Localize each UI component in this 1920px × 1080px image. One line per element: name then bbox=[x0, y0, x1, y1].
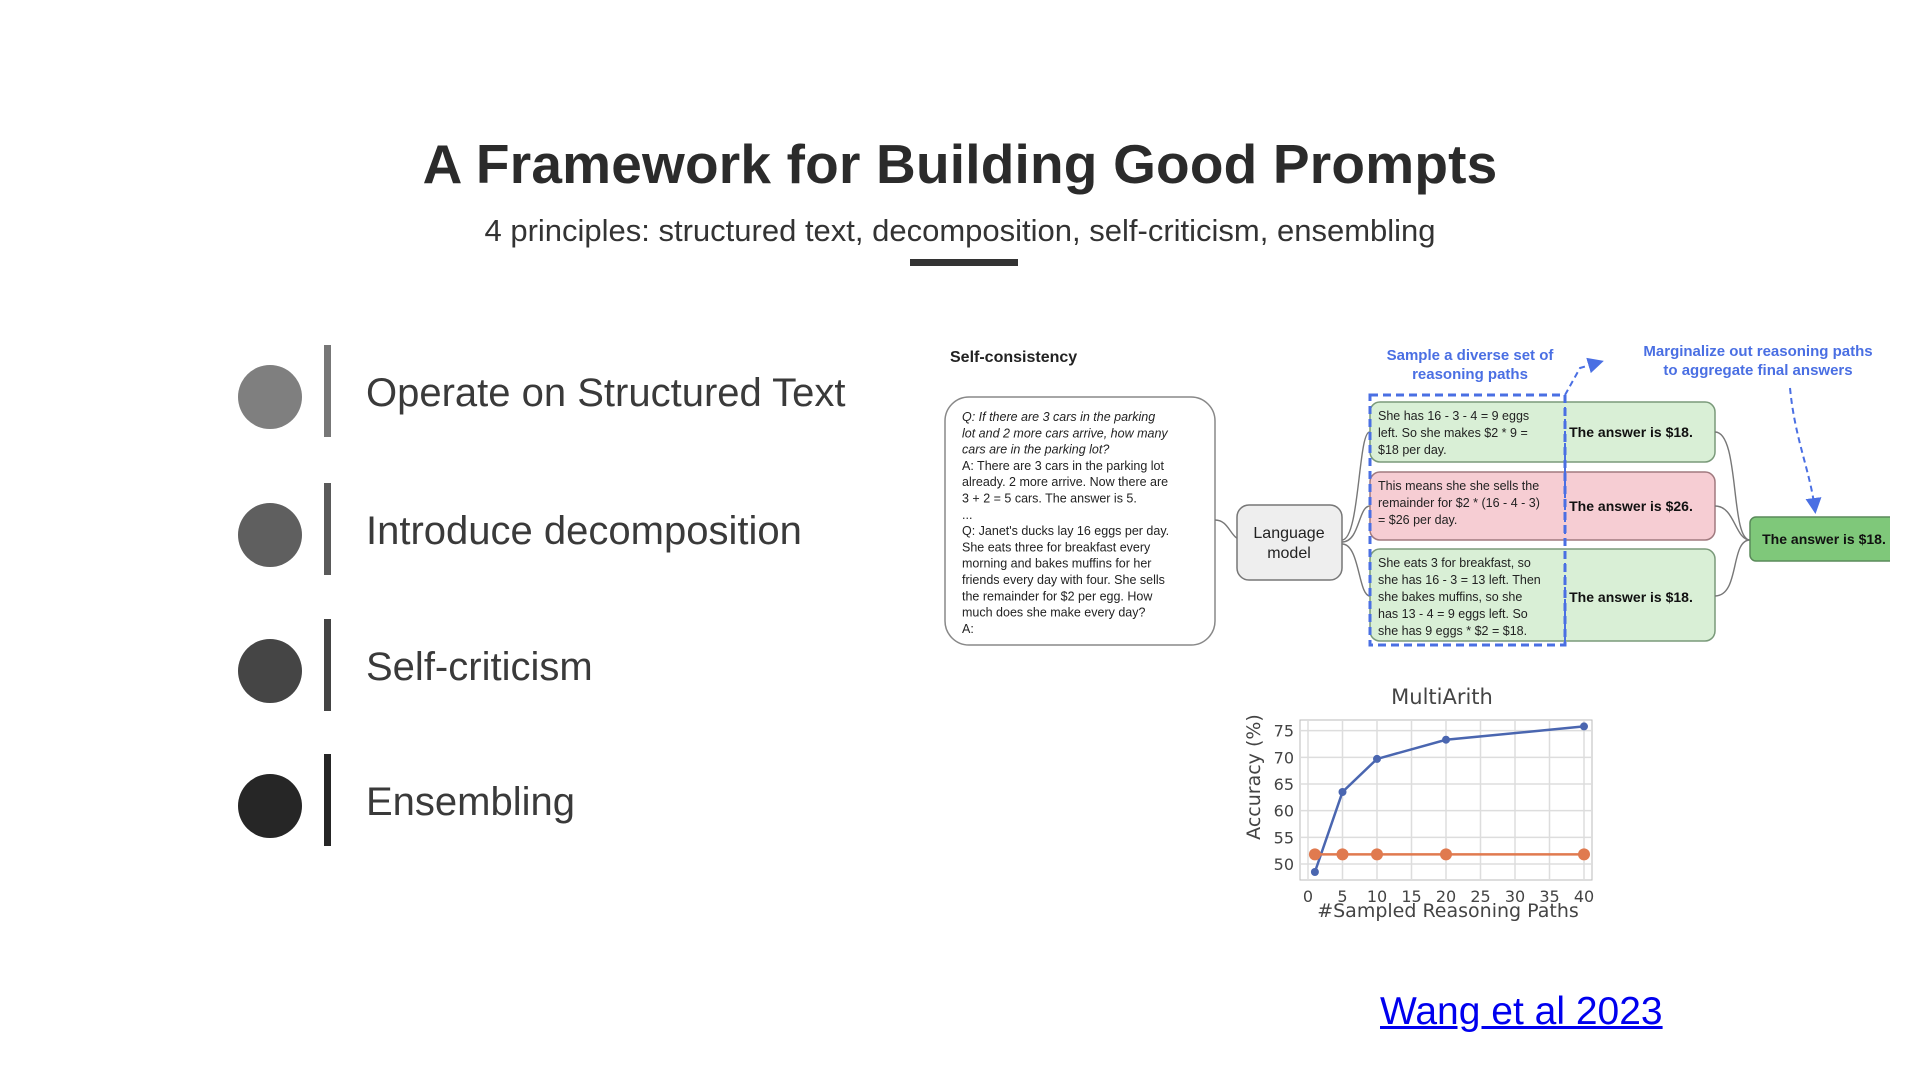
data-point bbox=[1442, 735, 1450, 744]
path-line: $18 per day. bbox=[1378, 443, 1447, 457]
bullet-dot bbox=[238, 365, 302, 429]
prompt-line: the remainder for $2 per egg. How bbox=[962, 589, 1153, 603]
bullet-dot bbox=[238, 503, 302, 567]
prompt-line: lot and 2 more cars arrive, how many bbox=[962, 426, 1168, 440]
principle-item: Self-criticism bbox=[238, 619, 878, 711]
language-model-box bbox=[1236, 504, 1343, 581]
y-tick-label: 65 bbox=[1274, 775, 1294, 794]
data-point bbox=[1308, 848, 1321, 861]
prompt-line: friends every day with four. She sells bbox=[962, 573, 1165, 587]
path-answer: The answer is $18. bbox=[1569, 424, 1693, 440]
y-tick-label: 60 bbox=[1274, 802, 1294, 821]
path-line: she has 9 eggs * $2 = $18. bbox=[1378, 624, 1527, 638]
prompt-line: ... bbox=[962, 508, 972, 522]
prompt-line: 3 + 2 = 5 cars. The answer is 5. bbox=[962, 492, 1137, 506]
y-tick-label: 50 bbox=[1274, 855, 1294, 874]
reasoning-path: She has 16 - 3 - 4 = 9 eggs left. So she … bbox=[1369, 401, 1716, 463]
title-underline bbox=[910, 259, 1018, 266]
arrow-icon bbox=[1789, 387, 1822, 514]
path-line: = $26 per day. bbox=[1378, 513, 1457, 527]
principle-label: Ensembling bbox=[366, 780, 576, 824]
divider-bar bbox=[324, 754, 331, 846]
prompt-line: already. 2 more arrive. Now there are bbox=[962, 475, 1168, 489]
principle-item: Ensembling bbox=[238, 754, 878, 846]
connector-line bbox=[1714, 539, 1751, 597]
arrow-icon bbox=[1564, 357, 1604, 396]
language-model-label: Language bbox=[1253, 525, 1324, 542]
bullet-dot bbox=[238, 639, 302, 703]
prompt-line: A: There are 3 cars in the parking lot bbox=[962, 459, 1164, 473]
data-point bbox=[1373, 754, 1381, 763]
principle-label: Introduce decomposition bbox=[366, 509, 802, 553]
prompt-line: much does she make every day? bbox=[962, 606, 1145, 620]
connector-line bbox=[1341, 543, 1371, 597]
divider-bar bbox=[324, 483, 331, 575]
path-line: she has 16 - 3 = 13 left. Then bbox=[1378, 573, 1541, 587]
data-point bbox=[1336, 848, 1349, 861]
y-tick-label: 55 bbox=[1274, 828, 1294, 847]
prompt-line: She eats three for breakfast every bbox=[962, 540, 1151, 554]
reasoning-path: She eats 3 for breakfast, so she has 16 -… bbox=[1369, 548, 1716, 642]
self-consistency-diagram: Self-consistency Q: If there are 3 cars … bbox=[944, 343, 1890, 647]
path-answer: The answer is $18. bbox=[1569, 589, 1693, 605]
sample-note: Sample a diverse set of bbox=[1387, 347, 1555, 364]
final-answer-label: The answer is $18. bbox=[1762, 531, 1886, 547]
figure-heading: Self-consistency bbox=[950, 349, 1077, 366]
y-tick-label: 75 bbox=[1274, 722, 1294, 741]
path-line: left. So she makes $2 * 9 = bbox=[1378, 426, 1528, 440]
data-point bbox=[1310, 868, 1319, 876]
marginalize-note: to aggregate final answers bbox=[1663, 362, 1852, 379]
bullet-dot bbox=[238, 774, 302, 838]
x-tick-label: 0 bbox=[1303, 887, 1313, 906]
path-text: She eats 3 for breakfast, so she has 16 -… bbox=[1378, 556, 1541, 638]
connector-line bbox=[1714, 431, 1751, 541]
principle-item: Introduce decomposition bbox=[238, 483, 878, 575]
y-axis-label: Accuracy (%) bbox=[1243, 714, 1265, 840]
x-axis-label: #Sampled Reasoning Paths bbox=[1317, 900, 1579, 922]
divider-bar bbox=[324, 345, 331, 437]
data-point bbox=[1578, 848, 1590, 861]
connector-line bbox=[1341, 505, 1371, 543]
reasoning-path: This means she she sells the remainder fo… bbox=[1369, 471, 1716, 541]
prompt-line: cars are in the parking lot? bbox=[962, 443, 1109, 457]
multiarith-chart: MultiArith 0 5 10 15 20 25 30 35 40505560657075 … bbox=[1243, 685, 1594, 922]
data-point bbox=[1580, 722, 1588, 731]
principle-label: Self-criticism bbox=[366, 645, 593, 689]
path-line: She eats 3 for breakfast, so bbox=[1378, 556, 1531, 570]
prompt-line: morning and bakes muffins for her bbox=[962, 557, 1151, 571]
connector-line bbox=[1714, 505, 1751, 541]
divider-bar bbox=[324, 619, 331, 711]
principle-label: Operate on Structured Text bbox=[366, 371, 846, 415]
y-tick-label: 70 bbox=[1274, 748, 1294, 767]
sample-note: reasoning paths bbox=[1412, 366, 1528, 383]
prompt-line: Q: Janet's ducks lay 16 eggs per day. bbox=[962, 524, 1169, 538]
data-point bbox=[1440, 848, 1452, 861]
principle-item: Operate on Structured Text bbox=[238, 345, 878, 437]
language-model-label: model bbox=[1267, 545, 1311, 562]
prompt-line: Q: If there are 3 cars in the parking bbox=[962, 410, 1155, 424]
page-title: A Framework for Building Good Prompts bbox=[422, 133, 1498, 195]
data-point bbox=[1371, 848, 1383, 861]
prompt-line: A: bbox=[962, 622, 974, 636]
chart-title: MultiArith bbox=[1391, 685, 1493, 709]
path-line: This means she she sells the bbox=[1378, 479, 1539, 493]
path-line: She has 16 - 3 - 4 = 9 eggs bbox=[1378, 409, 1529, 423]
marginalize-note: Marginalize out reasoning paths bbox=[1643, 343, 1872, 360]
path-line: she bakes muffins, so she bbox=[1378, 590, 1522, 604]
page-subtitle: 4 principles: structured text, decomposi… bbox=[484, 213, 1436, 248]
path-line: has 13 - 4 = 9 eggs left. So bbox=[1378, 607, 1528, 621]
path-line: remainder for $2 * (16 - 4 - 3) bbox=[1378, 496, 1540, 510]
citation-link[interactable]: Wang et al 2023 bbox=[1380, 990, 1663, 1034]
path-answer: The answer is $26. bbox=[1569, 498, 1693, 514]
connector-line bbox=[1341, 431, 1371, 541]
data-point bbox=[1338, 788, 1347, 796]
